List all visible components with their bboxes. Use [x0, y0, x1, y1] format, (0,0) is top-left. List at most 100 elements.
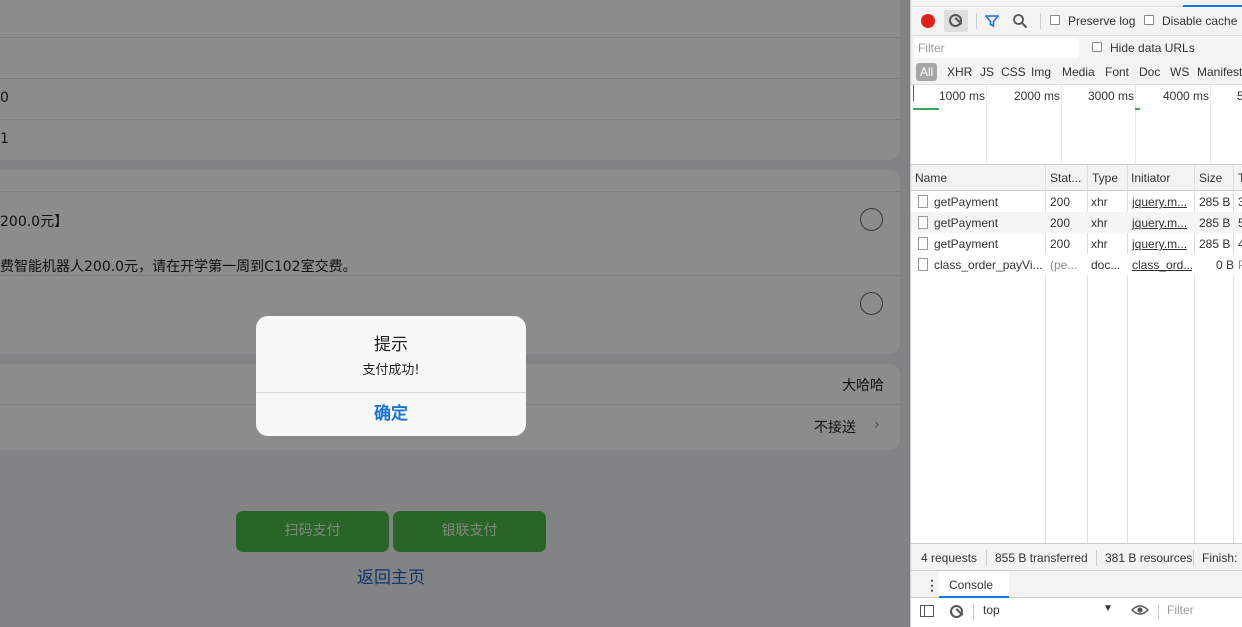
request-initiator[interactable]: jquery.m... [1132, 237, 1187, 251]
finish-time: Finish: [1202, 551, 1238, 565]
request-time: P [1238, 258, 1242, 272]
requests-table: Name Stat... Type Initiator Size T getPa… [911, 165, 1242, 543]
file-icon [918, 258, 928, 271]
modal-overlay [0, 0, 910, 627]
request-type: xhr [1091, 195, 1108, 209]
request-status: (pe... [1050, 258, 1078, 272]
request-type: xhr [1091, 216, 1108, 230]
toolbar-divider [1040, 13, 1041, 29]
request-type: doc... [1091, 258, 1121, 272]
console-filter-input[interactable]: Filter [1167, 603, 1194, 617]
mobile-page: 0 1 200.0元】 费智能机器人200.0元，请在开学第一周到C102室交费… [0, 0, 910, 627]
request-initiator[interactable]: jquery.m... [1132, 216, 1187, 230]
timeline-tick-label: 4000 ms [1163, 89, 1210, 103]
devtools-panel: Preserve log Disable cache Hide data URL… [910, 0, 1242, 627]
context-selector[interactable]: top [983, 603, 1113, 621]
request-name: getPayment [934, 195, 999, 209]
request-initiator[interactable]: jquery.m... [1132, 195, 1187, 209]
type-filter-doc[interactable]: Doc [1139, 65, 1160, 79]
request-name: getPayment [934, 216, 999, 230]
hide-data-urls-checkbox[interactable] [1092, 42, 1102, 52]
timeline-request-bar [1135, 108, 1140, 110]
request-status: 200 [1050, 216, 1071, 230]
tab-console-label: Console [949, 578, 994, 592]
type-filter-manifest[interactable]: Manifest [1197, 65, 1242, 79]
dropdown-arrow-icon: ▼ [1103, 603, 1113, 614]
toolbar-divider [976, 13, 977, 29]
request-size: 0 B [1216, 258, 1235, 272]
timeline-tick-label: 3000 ms [1088, 89, 1135, 103]
type-filter-all[interactable]: All [916, 63, 938, 81]
console-toolbar: top ▼ Filter [911, 598, 1242, 627]
timeline-tick-label: 1000 ms [939, 89, 986, 103]
request-size: 285 B [1199, 195, 1231, 209]
alert-dialog: 提示 支付成功! 确定 [256, 316, 526, 436]
timeline-tick-label: 5 [1237, 89, 1242, 103]
file-icon [918, 195, 928, 208]
dialog-confirm-button[interactable]: 确定 [256, 393, 526, 436]
column-header-name[interactable]: Name [915, 171, 947, 185]
column-header-time[interactable]: T [1238, 171, 1242, 185]
preserve-log-checkbox[interactable] [1050, 15, 1060, 25]
type-filter-media[interactable]: Media [1062, 65, 1095, 79]
hide-data-urls-label: Hide data URLs [1110, 41, 1195, 55]
clear-console-icon[interactable] [950, 605, 963, 618]
timeline-request-bar [913, 108, 939, 110]
request-time: 3 [1238, 195, 1242, 209]
request-status: 200 [1050, 237, 1071, 251]
type-filter-js[interactable]: JS [980, 65, 994, 79]
type-filter-ws[interactable]: WS [1170, 65, 1189, 79]
request-status: 200 [1050, 195, 1071, 209]
resources-size: 381 B resources [1105, 551, 1193, 565]
request-initiator[interactable]: class_ord... [1132, 258, 1192, 272]
transferred-size: 855 B transferred [995, 551, 1088, 565]
request-type: xhr [1091, 237, 1108, 251]
sidebar-toggle-icon[interactable] [920, 605, 934, 617]
clear-button[interactable] [944, 10, 968, 32]
disable-cache-checkbox[interactable] [1144, 15, 1154, 25]
timeline-overview[interactable]: 1000 ms 2000 ms 3000 ms 4000 ms 5 [911, 85, 1242, 165]
drawer-tabbar: ⋮ Console [911, 571, 1242, 598]
timeline-gridline [1061, 85, 1062, 165]
record-icon[interactable] [921, 14, 935, 28]
column-header-size[interactable]: Size [1199, 171, 1222, 185]
toolbar-divider [1158, 604, 1159, 620]
status-divider [1193, 550, 1194, 566]
table-row[interactable]: getPayment 200 xhr jquery.m... 285 B 3 [911, 191, 1242, 212]
column-header-initiator[interactable]: Initiator [1131, 171, 1170, 185]
tab-console[interactable]: Console [939, 571, 1009, 598]
network-toolbar: Preserve log Disable cache [911, 8, 1242, 36]
table-row[interactable]: getPayment 200 xhr jquery.m... 285 B 4 [911, 233, 1242, 254]
request-name: class_order_payVi... [934, 258, 1043, 272]
network-status-bar: 4 requests 855 B transferred 381 B resou… [911, 543, 1242, 571]
toolbar-divider [973, 604, 974, 620]
table-row[interactable]: class_order_payVi... (pe... doc... class… [911, 254, 1242, 275]
table-row[interactable]: getPayment 200 xhr jquery.m... 285 B 5 [911, 212, 1242, 233]
status-divider [986, 550, 987, 566]
timeline-gridline [986, 85, 987, 165]
more-options-icon[interactable]: ⋮ [925, 577, 939, 594]
request-count: 4 requests [921, 551, 978, 565]
type-filter-img[interactable]: Img [1031, 65, 1051, 79]
file-icon [918, 237, 928, 250]
timeline-tick-label: 2000 ms [1014, 89, 1061, 103]
resource-type-filters: All XHR JS CSS Img Media Font Doc WS Man… [911, 60, 1242, 85]
request-size: 285 B [1199, 237, 1231, 251]
filter-icon[interactable] [985, 14, 999, 28]
type-filter-css[interactable]: CSS [1001, 65, 1026, 79]
network-filter-input[interactable] [914, 38, 1079, 58]
request-time: 5 [1238, 216, 1242, 230]
dialog-message: 支付成功! [362, 363, 420, 378]
preserve-log-label: Preserve log [1068, 14, 1136, 28]
file-icon [918, 216, 928, 229]
clear-icon [949, 14, 962, 27]
timeline-gridline [1135, 85, 1136, 165]
type-filter-xhr[interactable]: XHR [947, 65, 972, 79]
column-header-type[interactable]: Type [1092, 171, 1118, 185]
search-icon[interactable] [1012, 13, 1028, 29]
eye-icon[interactable] [1131, 604, 1149, 616]
request-size: 285 B [1199, 216, 1231, 230]
column-header-status[interactable]: Stat... [1050, 171, 1081, 185]
request-time: 4 [1238, 237, 1242, 251]
type-filter-font[interactable]: Font [1105, 65, 1129, 79]
